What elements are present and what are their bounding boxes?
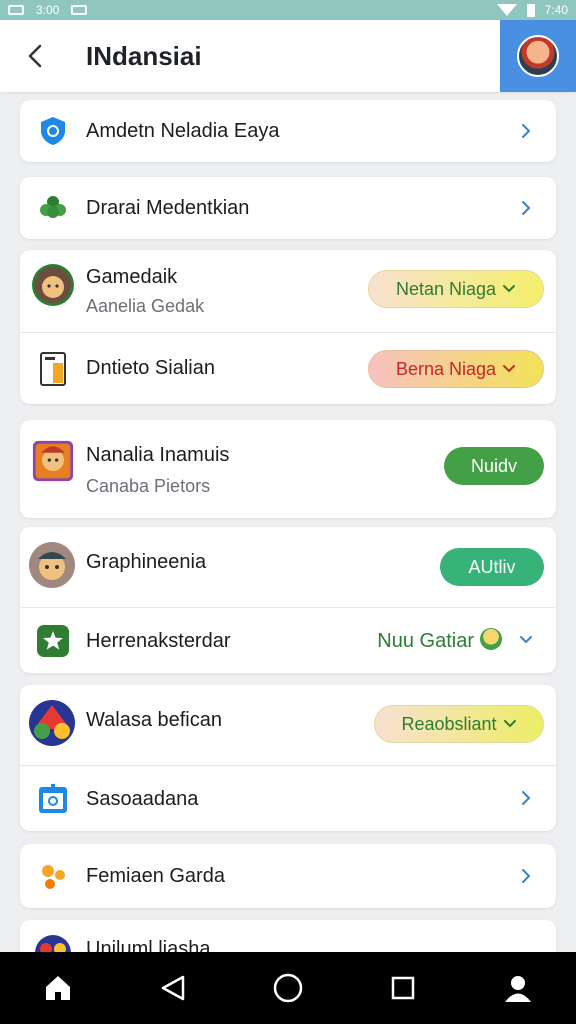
- chevron-down-icon: [503, 720, 516, 728]
- home-icon: [45, 976, 70, 1000]
- recents-icon: [391, 976, 415, 1000]
- card: Graphineenia AUtliv Herrenaksterdar Nuu …: [20, 527, 556, 673]
- dropdown-pill[interactable]: Berna Niaga: [368, 350, 544, 388]
- calendar-app-icon: [32, 778, 74, 820]
- status-time-left: 3:00: [36, 3, 60, 17]
- battery-icon: [526, 3, 535, 17]
- game-art-icon: [32, 440, 74, 482]
- card: Amdetn Neladia Eaya: [20, 100, 556, 162]
- nav-home-button[interactable]: [30, 960, 86, 1016]
- action-button[interactable]: Nuidv: [444, 447, 544, 485]
- action-button-label: AUtliv: [468, 556, 516, 577]
- dropdown-pill[interactable]: Netan Niaga: [368, 270, 544, 308]
- leaf-app-icon: [32, 187, 74, 229]
- list-item-title: Dntieto Sialian: [86, 357, 215, 379]
- colorful-app-icon: [28, 699, 76, 747]
- list-item-title: Drarai Medentkian: [86, 196, 250, 219]
- image-icon: [71, 5, 88, 15]
- dropdown-pill-label: Netan Niaga: [395, 278, 497, 299]
- list-item-subtitle: Canaba Pietors: [86, 476, 211, 496]
- profile-avatar-button[interactable]: [500, 20, 576, 92]
- card: Walasa befican Reaobsliant Sasoaadana: [20, 685, 556, 831]
- card: Nanalia Inamuis Canaba Pietors Nuidv: [20, 420, 556, 518]
- document-app-icon: [32, 348, 74, 390]
- chevron-right-icon: [516, 866, 536, 886]
- image-icon: [8, 5, 24, 15]
- status-right: 7:40: [496, 3, 568, 17]
- shield-app-icon: [32, 110, 74, 152]
- chevron-right-icon: [516, 198, 536, 218]
- flower-app-icon: [32, 855, 74, 897]
- nav-home-circle-button[interactable]: [260, 960, 316, 1016]
- dropdown-pill-label: Reaobsliant: [401, 713, 497, 734]
- star-app-icon: [32, 620, 74, 662]
- list-item-r5[interactable]: Nanalia Inamuis Canaba Pietors Nuidv: [20, 420, 556, 518]
- action-button[interactable]: AUtliv: [440, 548, 544, 586]
- back-button[interactable]: [0, 20, 70, 92]
- list-item-title: Graphineenia: [86, 551, 207, 573]
- list-item-r2[interactable]: Drarai Medentkian: [20, 177, 556, 239]
- list-item-title: Herrenaksterdar: [86, 630, 231, 652]
- list-item-r6[interactable]: Graphineenia AUtliv: [20, 527, 556, 607]
- character-avatar-icon: [32, 264, 74, 306]
- list-item-title: Sasoaadana: [86, 788, 199, 810]
- list-item-subtitle: Aanelia Gedak: [86, 296, 205, 316]
- dropdown-pill[interactable]: Reaobsliant: [374, 705, 544, 743]
- chevron-right-icon: [516, 121, 536, 141]
- app-bar: INdansiai: [0, 20, 576, 92]
- status-text: Nuu Gatiar: [377, 630, 474, 652]
- page-title: INdansiai: [86, 40, 202, 71]
- character-avatar-icon: [28, 541, 76, 589]
- card: Femiaen Garda: [20, 844, 556, 908]
- nav-profile-button[interactable]: [490, 960, 546, 1016]
- back-icon: [161, 975, 185, 1001]
- wifi-icon: [496, 4, 517, 16]
- chevron-down-icon: [503, 285, 516, 293]
- back-arrow-icon: [28, 44, 42, 68]
- avatar-icon: [517, 35, 559, 77]
- list-item-r4[interactable]: Dntieto Sialian Berna Niaga: [20, 332, 556, 404]
- list-item-r7[interactable]: Herrenaksterdar Nuu Gatiar: [20, 607, 556, 673]
- dropdown-pill-label: Berna Niaga: [395, 358, 497, 379]
- list-item-title: Walasa befican: [86, 709, 222, 731]
- card: Gamedaik Aanelia Gedak Netan Niaga Dntie…: [20, 250, 556, 404]
- list-item-r1[interactable]: Amdetn Neladia Eaya: [20, 100, 556, 162]
- action-button-label: Nuidv: [470, 455, 518, 476]
- navigation-bar: [0, 952, 576, 1024]
- list-item-title: Amdetn Neladia Eaya: [86, 119, 280, 142]
- list-item-r9[interactable]: Sasoaadana: [20, 765, 556, 831]
- chevron-down-icon[interactable]: [516, 630, 536, 650]
- status-time-right: 7:40: [544, 3, 568, 17]
- card: Drarai Medentkian: [20, 177, 556, 239]
- chevron-down-icon: [503, 365, 516, 373]
- list-item-r10[interactable]: Femiaen Garda: [20, 844, 556, 908]
- nav-recents-button[interactable]: [375, 960, 431, 1016]
- list-item-title: Gamedaik: [86, 266, 178, 288]
- badge-icon: [480, 628, 502, 650]
- list-item-title: Femiaen Garda: [86, 865, 225, 887]
- chevron-right-icon: [516, 788, 536, 808]
- nav-back-button[interactable]: [145, 960, 201, 1016]
- profile-icon: [505, 976, 532, 1002]
- status-bar: 3:00 7:40: [0, 0, 576, 20]
- list-item-title: Nanalia Inamuis: [86, 444, 230, 466]
- list-item-r3[interactable]: Gamedaik Aanelia Gedak Netan Niaga: [20, 250, 556, 332]
- home-circle-icon: [273, 973, 303, 1003]
- status-left: 3:00: [8, 3, 88, 17]
- list-item-r8[interactable]: Walasa befican Reaobsliant: [20, 685, 556, 765]
